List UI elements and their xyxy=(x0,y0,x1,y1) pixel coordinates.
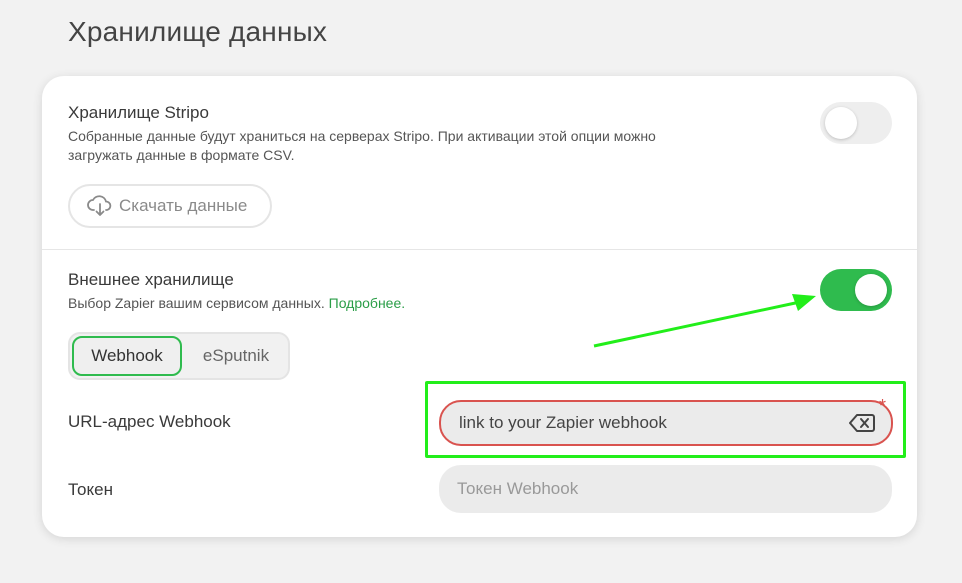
token-label: Токен xyxy=(68,480,113,499)
tab-webhook[interactable]: Webhook xyxy=(72,336,182,376)
external-storage-toggle[interactable] xyxy=(820,269,892,311)
section-divider xyxy=(42,249,917,250)
stripo-storage-description: Собранные данные будут храниться на серв… xyxy=(68,127,656,165)
webhook-token-input[interactable]: Токен Webhook xyxy=(439,465,892,513)
stripo-description-line-2: загружать данные в формате CSV. xyxy=(68,147,295,163)
cloud-download-icon xyxy=(87,195,113,217)
external-description-text: Выбор Zapier вашим сервисом данных. xyxy=(68,295,325,311)
token-placeholder: Токен Webhook xyxy=(457,479,579,498)
toggle-knob xyxy=(825,107,857,139)
stripo-storage-toggle[interactable] xyxy=(820,102,892,144)
download-data-button[interactable]: Скачать данные xyxy=(68,184,272,228)
learn-more-link[interactable]: Подробнее. xyxy=(329,295,406,311)
external-storage-description: Выбор Zapier вашим сервисом данных. Подр… xyxy=(68,294,405,313)
stripo-description-line-1: Собранные данные будут храниться на серв… xyxy=(68,128,656,144)
toggle-knob xyxy=(855,274,887,306)
external-storage-title: Внешнее хранилище xyxy=(68,270,234,289)
storage-settings-card: Хранилище Stripo Собранные данные будут … xyxy=(42,76,917,537)
page-title: Хранилище данных xyxy=(68,16,328,47)
annotation-highlight-box xyxy=(425,381,906,458)
webhook-url-label: URL-адрес Webhook xyxy=(68,412,231,431)
service-tabs: Webhook eSputnik xyxy=(68,332,290,380)
stripo-storage-title: Хранилище Stripo xyxy=(68,103,209,122)
download-data-label: Скачать данные xyxy=(119,196,248,215)
tab-esputnik[interactable]: eSputnik xyxy=(184,336,288,376)
